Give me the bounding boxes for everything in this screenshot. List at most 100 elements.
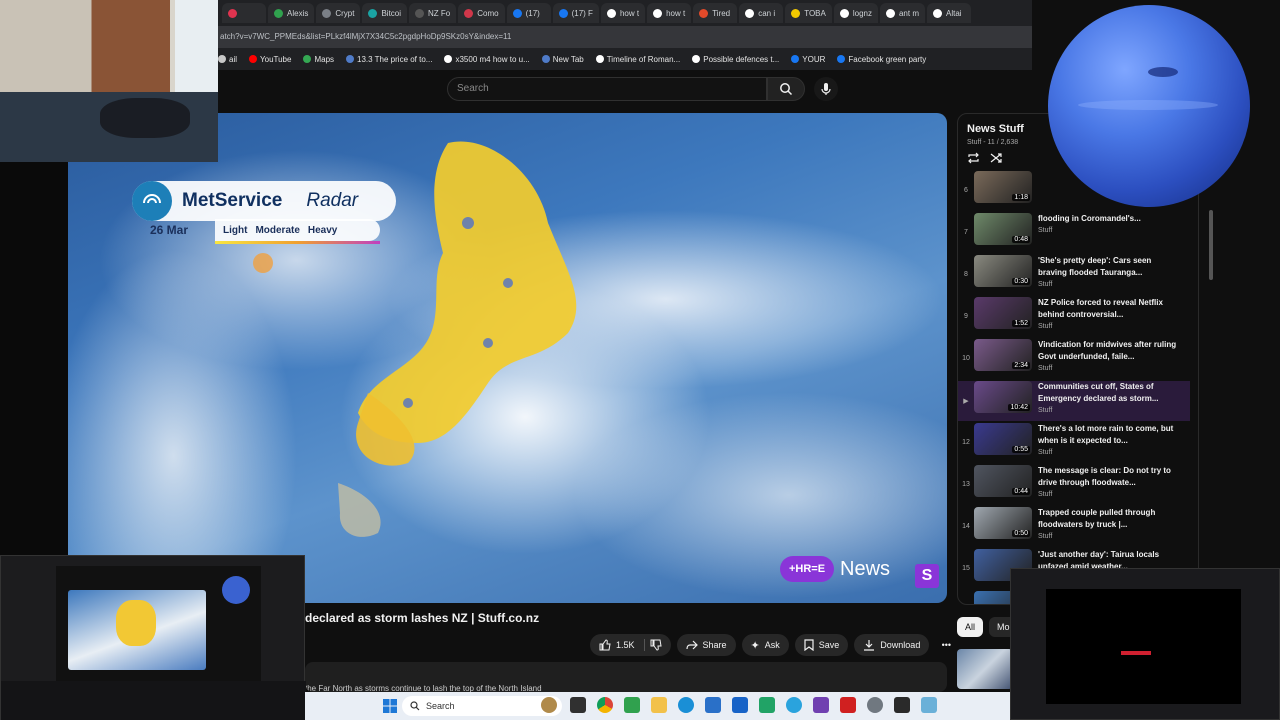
loop-icon[interactable] bbox=[967, 152, 980, 164]
terminal-icon[interactable] bbox=[570, 697, 586, 713]
tab-favicon-icon bbox=[558, 8, 568, 18]
bookmark-item[interactable]: Maps bbox=[303, 55, 334, 64]
share-button[interactable]: Share bbox=[676, 634, 736, 656]
save-button[interactable]: Save bbox=[794, 634, 849, 656]
tab-label: Altai bbox=[945, 8, 962, 18]
playlist-index: 14 bbox=[962, 523, 970, 530]
tab-label: Crypt bbox=[335, 8, 355, 18]
taskview-icon[interactable] bbox=[541, 697, 557, 713]
bookmarks-bar: ail YouTube Maps 13.3 The price of to... x35… bbox=[218, 48, 1032, 70]
edge-icon[interactable] bbox=[678, 697, 694, 713]
browser-tab[interactable]: how t bbox=[600, 3, 646, 23]
tab-label: Como bbox=[477, 8, 499, 18]
playlist-item[interactable]: 9 1:52 NZ Police forced to reveal Netflix … bbox=[958, 297, 1190, 337]
video-description[interactable]: the Far North as storms continue to lash… bbox=[305, 662, 947, 692]
bookmark-item[interactable]: x3500 m4 how to u... bbox=[444, 55, 530, 64]
search-button[interactable] bbox=[767, 77, 805, 101]
related-video-thumbnail[interactable] bbox=[957, 649, 1013, 689]
ask-button[interactable]: ✦ Ask bbox=[741, 634, 789, 656]
browser-tab[interactable]: Crypt bbox=[316, 3, 361, 23]
playlist-item[interactable]: 8 0:30 'She's pretty deep': Cars seen brav… bbox=[958, 255, 1190, 295]
app-green-icon[interactable] bbox=[759, 697, 775, 713]
playlist-item-channel: Stuff bbox=[1038, 365, 1053, 372]
telegram-icon[interactable] bbox=[786, 697, 802, 713]
search-input[interactable]: Search bbox=[447, 77, 767, 101]
chrome-icon[interactable] bbox=[597, 697, 613, 713]
playlist-item[interactable]: 12 0:55 There's a lot more rain to come, b… bbox=[958, 423, 1190, 463]
like-button[interactable]: 1.5K bbox=[590, 634, 671, 656]
folder-icon[interactable] bbox=[651, 697, 667, 713]
download-button[interactable]: Download bbox=[854, 634, 930, 656]
bookmark-item[interactable]: Facebook green party bbox=[837, 55, 926, 64]
voice-search-button[interactable] bbox=[814, 77, 838, 101]
bookmark-item[interactable]: YOUR bbox=[791, 55, 825, 64]
save-label: Save bbox=[818, 640, 840, 650]
chip-all[interactable]: All bbox=[957, 617, 984, 637]
download-icon bbox=[864, 640, 875, 651]
bookmark-label: YouTube bbox=[260, 54, 292, 64]
browser-tab[interactable]: how t bbox=[647, 3, 692, 23]
bookmark-item[interactable]: 13.3 The price of to... bbox=[346, 55, 432, 64]
playlist-item[interactable]: 13 0:44 The message is clear: Do not try t… bbox=[958, 465, 1190, 505]
stuff-badge: S bbox=[915, 564, 939, 588]
store-icon[interactable] bbox=[705, 697, 721, 713]
preview-radar bbox=[116, 600, 156, 646]
webcam-overlay bbox=[0, 0, 218, 162]
bookmark-item[interactable]: ail bbox=[218, 55, 237, 64]
browser-tab[interactable]: ant m bbox=[879, 3, 925, 23]
app-red-icon[interactable] bbox=[840, 697, 856, 713]
browser-tab[interactable]: Alexis bbox=[268, 3, 315, 23]
tab-label: lognz bbox=[852, 8, 872, 18]
settings-icon[interactable] bbox=[867, 697, 883, 713]
windows-start-icon[interactable] bbox=[383, 699, 397, 713]
legend-light: Light bbox=[223, 224, 248, 236]
browser-tab[interactable]: NZ Fo bbox=[409, 3, 457, 23]
bookmark-item[interactable]: YouTube bbox=[249, 55, 291, 64]
browser-tab[interactable]: can i bbox=[739, 3, 784, 23]
app-purple-icon[interactable] bbox=[813, 697, 829, 713]
playlist-item-title: Communities cut off, States of Emergency… bbox=[1038, 382, 1159, 403]
app-icon[interactable] bbox=[624, 697, 640, 713]
bookmark-label: Timeline of Roman... bbox=[606, 54, 681, 64]
playlist-item-info: NZ Police forced to reveal Netflix behin… bbox=[1038, 297, 1178, 330]
playlist-item-title: Vindication for midwives after ruling Go… bbox=[1038, 340, 1177, 361]
bookmark-item[interactable]: Timeline of Roman... bbox=[595, 54, 681, 64]
video-player[interactable]: MetService Radar 26 Mar Light Moderate H… bbox=[68, 113, 947, 603]
playlist-item[interactable]: ▶ 10:42 Communities cut off, States of Eme… bbox=[958, 381, 1190, 421]
taskbar-search[interactable]: Search bbox=[402, 696, 562, 716]
radar-legend: Light Moderate Heavy bbox=[215, 219, 380, 241]
app-dark-icon[interactable] bbox=[894, 697, 910, 713]
browser-tab[interactable]: Bitcoi bbox=[362, 3, 408, 23]
shuffle-icon[interactable] bbox=[990, 152, 1003, 164]
playlist-item[interactable]: 10 2:34 Vindication for midwives after rul… bbox=[958, 339, 1190, 379]
browser-tab[interactable]: Tired bbox=[693, 3, 738, 23]
screen: Alexis Crypt Bitcoi NZ Fo Como (17) (17) F how … bbox=[0, 0, 1280, 720]
app-photos-icon[interactable] bbox=[921, 697, 937, 713]
tab-favicon-icon bbox=[464, 8, 474, 18]
secondary-screen-preview bbox=[1010, 568, 1280, 720]
tab-favicon-icon bbox=[606, 8, 616, 18]
neptune-spot bbox=[1148, 67, 1178, 77]
tab-favicon-icon bbox=[745, 8, 755, 18]
browser-tab[interactable]: Como bbox=[458, 3, 505, 23]
playlist-scrollbar[interactable] bbox=[1209, 210, 1213, 280]
browser-tab[interactable] bbox=[222, 3, 266, 23]
browser-tab[interactable]: (17) F bbox=[552, 3, 599, 23]
like-count: 1.5K bbox=[616, 640, 635, 650]
thumbs-down-icon[interactable] bbox=[650, 639, 662, 651]
playlist-item[interactable]: 14 0:50 Trapped couple pulled through floo… bbox=[958, 507, 1190, 547]
mail-icon[interactable] bbox=[732, 697, 748, 713]
browser-tab[interactable]: lognz bbox=[833, 3, 878, 23]
browser-tab[interactable]: Altai bbox=[926, 3, 971, 23]
playlist-item[interactable]: 7 0:48 flooding in Coromandel's... Stuff bbox=[958, 213, 1190, 253]
bookmark-favicon-icon bbox=[791, 55, 800, 63]
secondary-screen bbox=[1046, 589, 1241, 704]
playlist-item-title: NZ Police forced to reveal Netflix behin… bbox=[1038, 298, 1163, 319]
more-actions-button[interactable]: ••• bbox=[935, 634, 957, 656]
bookmark-item[interactable]: Possible defences t... bbox=[692, 55, 779, 64]
browser-tab[interactable]: (17) bbox=[506, 3, 551, 23]
recording-preview bbox=[0, 555, 306, 720]
address-bar[interactable]: atch?v=v7WC_PPMEds&list=PLkzf4lMjX7X34C5… bbox=[218, 26, 1032, 48]
browser-tab[interactable]: TOBA bbox=[785, 3, 832, 23]
bookmark-item[interactable]: New Tab bbox=[541, 55, 584, 64]
